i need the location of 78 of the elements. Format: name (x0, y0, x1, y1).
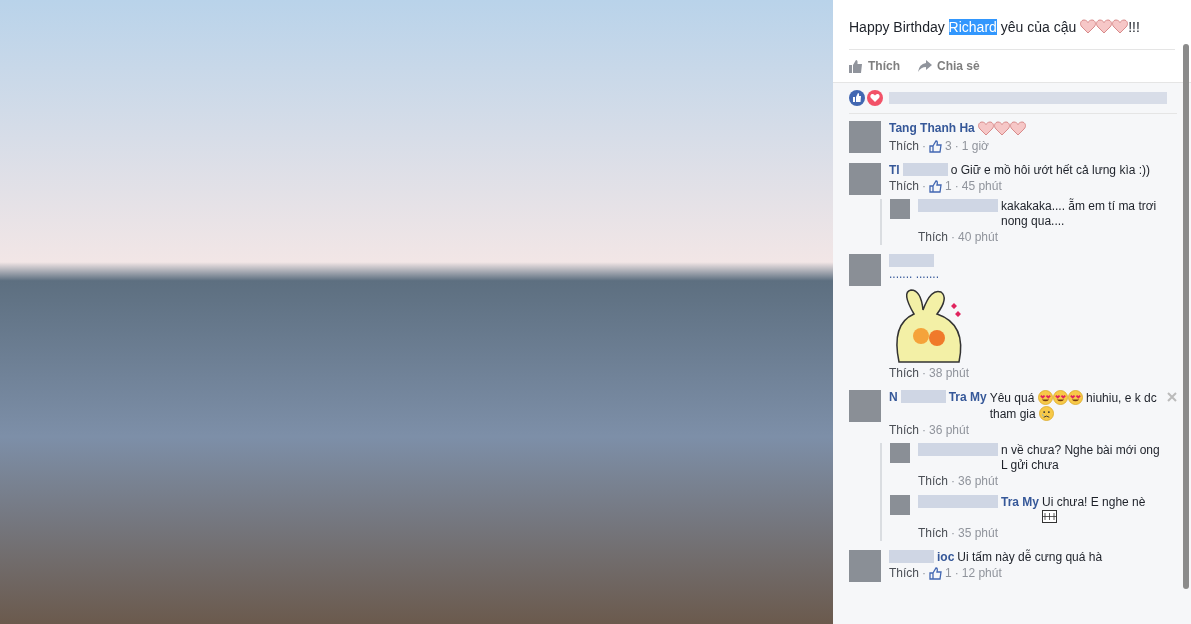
separator-dot: · (951, 526, 955, 541)
comment-text: Ui tấm này dễ cưng quá hà (957, 550, 1104, 565)
comment-time: 35 phút (958, 526, 999, 541)
comment-time: 38 phút (929, 366, 970, 381)
avatar-placeholder (849, 390, 881, 422)
like-count: 3 (945, 139, 952, 154)
separator-dot: · (922, 366, 926, 381)
comment-text: Yêu quá hiuhiu, e k dc tham gia (989, 390, 1158, 422)
blurred-block (902, 163, 948, 176)
like-link[interactable]: Thích (918, 526, 948, 541)
commenter-name[interactable]: Tra My (948, 390, 987, 405)
avatar-placeholder (890, 495, 910, 515)
commenter-name[interactable]: ioc (937, 550, 955, 565)
thumbs-up-icon (929, 567, 942, 580)
heart-icon (1096, 19, 1113, 34)
heart-icon (993, 121, 1010, 136)
comment-text: n về chưa? Nghe bài mới ong L gửi chưa (1001, 443, 1161, 473)
comment-time: 45 phút (961, 179, 1002, 194)
share-button[interactable]: Chia sẻ (918, 59, 980, 73)
separator-dot: · (954, 139, 959, 154)
comment-text: Ui chưa! E nghe nè (1042, 495, 1161, 525)
like-button[interactable]: Thích (849, 59, 900, 73)
commenter-name[interactable]: N (889, 390, 898, 405)
comment-time: 12 phút (961, 566, 1002, 581)
like-link[interactable]: Thích (889, 139, 919, 154)
avatar-placeholder (890, 199, 910, 219)
like-link[interactable]: Thích (889, 366, 919, 381)
like-count: 1 (945, 179, 952, 194)
separator-dot: · (922, 423, 926, 438)
commenter-name[interactable]: Tra My (1001, 495, 1039, 510)
avatar-placeholder (849, 163, 881, 195)
share-arrow-icon (918, 60, 932, 72)
separator-dot: · (954, 566, 959, 581)
heart-eyes-emoji-icon (1037, 390, 1053, 405)
heart-icon (1112, 19, 1129, 34)
separator-dot: · (922, 139, 926, 154)
separator-dot: · (922, 179, 926, 194)
heart-eyes-emoji-icon (1052, 390, 1068, 405)
comment-time: 36 phút (958, 474, 999, 489)
thumbs-up-icon (849, 59, 863, 73)
like-link[interactable]: Thích (889, 179, 919, 194)
like-link[interactable]: Thích (889, 566, 919, 581)
heart-icon (977, 121, 994, 136)
blurred-block (889, 550, 934, 563)
like-link[interactable]: Thích (918, 230, 948, 245)
comment-text: kakakaka.... ẵm em tí ma trơi nong qua.... (1001, 199, 1158, 229)
like-count: 1 (945, 566, 952, 581)
comment-time: 36 phút (929, 423, 970, 438)
scrollbar-thumb[interactable] (1183, 44, 1189, 589)
comment-time: 1 giờ (961, 139, 989, 154)
post-caption: Happy Birthday Richard yêu của cậu !!! (849, 17, 1175, 50)
avatar-placeholder (890, 443, 910, 463)
close-icon[interactable] (1167, 392, 1177, 402)
commenter-name[interactable]: Tang Thanh Ha (889, 121, 975, 136)
avatar-placeholder (849, 254, 881, 286)
separator-dot: · (954, 179, 959, 194)
comment-time: 40 phút (958, 230, 999, 245)
commenter-name[interactable]: Tl (889, 163, 900, 178)
separator-dot: · (922, 566, 926, 581)
thumbs-up-icon (929, 140, 942, 153)
gif-icon (1042, 510, 1057, 523)
avatar-placeholder (849, 121, 881, 153)
blurred-block (889, 254, 934, 267)
blurred-block (900, 390, 946, 403)
like-reaction-icon (849, 90, 865, 106)
separator-dot: · (951, 474, 955, 489)
separator-dot: · (951, 230, 955, 245)
crying-emoji-icon (1039, 406, 1055, 421)
heart-reaction-icon (867, 90, 883, 106)
commenter-name[interactable]: ....... ....... (889, 267, 939, 281)
thumbs-up-icon (929, 180, 942, 193)
comment-text: o Giữ e mồ hôi ướt hết cả lưng kìa :)) (950, 163, 1152, 178)
heart-eyes-emoji-icon (1067, 390, 1083, 405)
heart-icon (1080, 19, 1097, 34)
avatar-placeholder (849, 550, 881, 582)
heart-icon (1009, 121, 1026, 136)
like-link[interactable]: Thích (918, 474, 948, 489)
like-link[interactable]: Thích (889, 423, 919, 438)
